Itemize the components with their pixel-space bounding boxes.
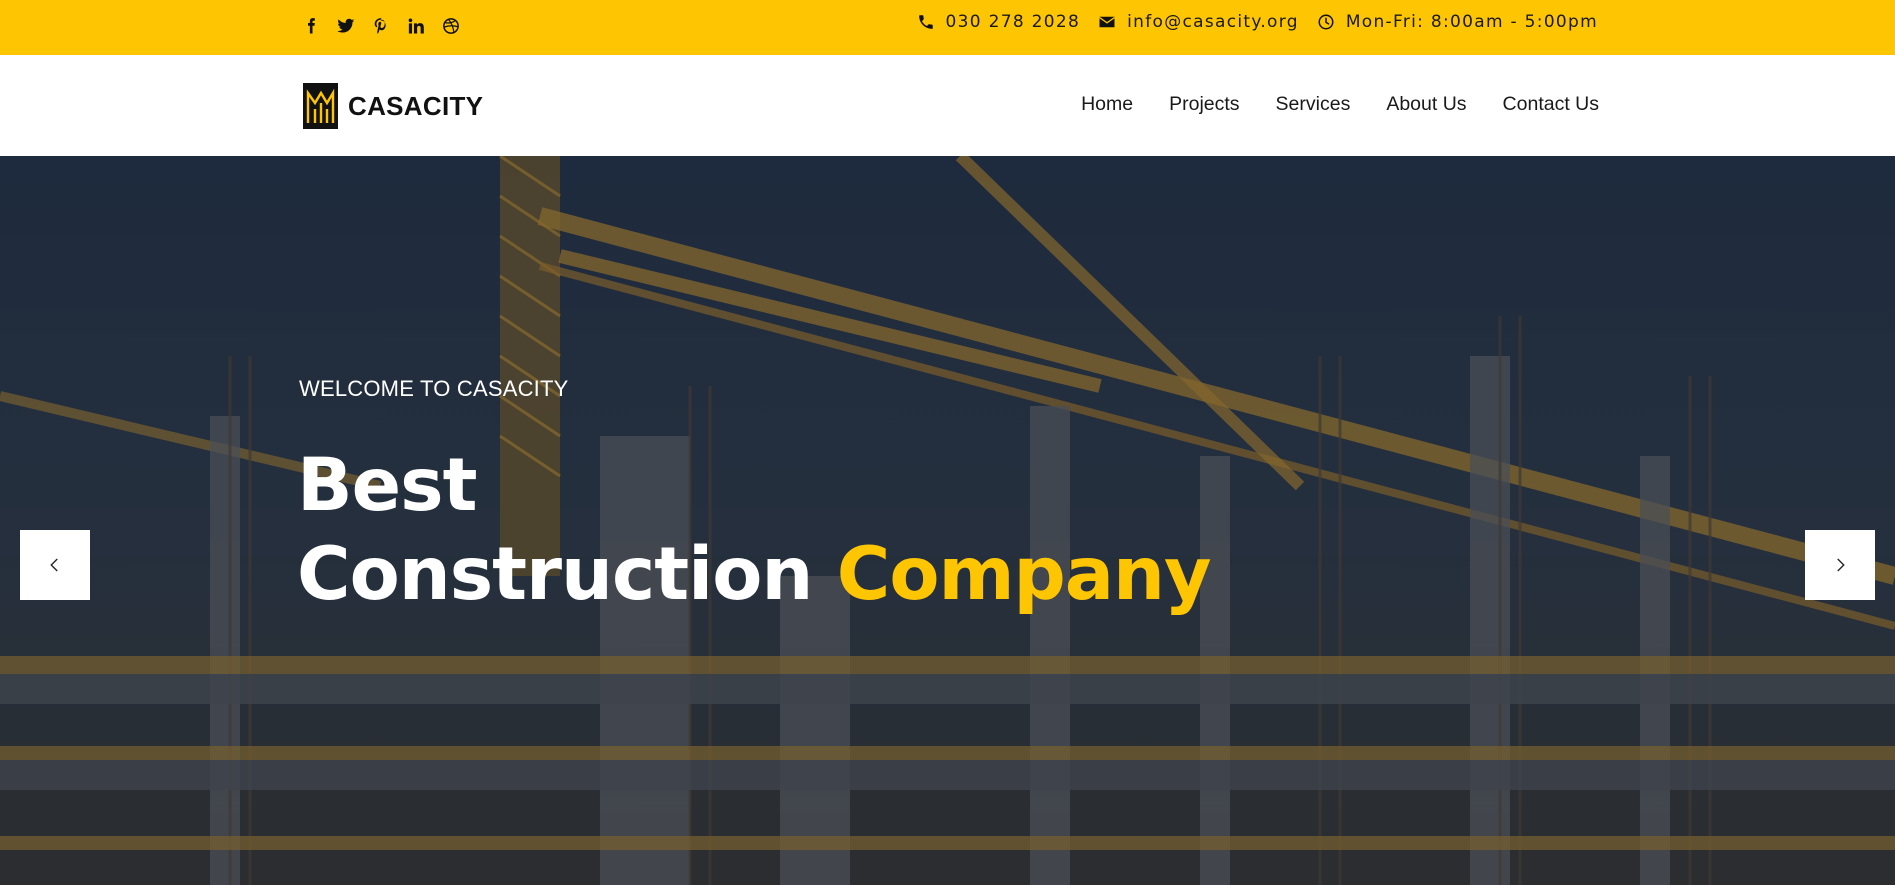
nav-projects[interactable]: Projects: [1169, 93, 1239, 116]
logo-mark-icon: [303, 83, 338, 129]
linkedin-icon[interactable]: [405, 15, 427, 37]
nav-services[interactable]: Services: [1276, 93, 1351, 116]
email-contact[interactable]: info@casacity.org: [1098, 12, 1299, 32]
business-hours: Mon-Fri: 8:00am - 5:00pm: [1345, 12, 1598, 32]
contact-info: 030 278 2028 info@casacity.org Mon-Fri: …: [917, 12, 1598, 32]
top-bar: 030 278 2028 info@casacity.org Mon-Fri: …: [0, 0, 1895, 55]
logo-text: CASACITY: [348, 90, 484, 121]
hours-info: Mon-Fri: 8:00am - 5:00pm: [1317, 12, 1598, 32]
slider-next-button[interactable]: [1805, 530, 1875, 600]
hero-slider: WELCOME TO CASACITY Best Construction Co…: [0, 156, 1895, 885]
dribbble-icon[interactable]: [440, 15, 462, 37]
nav-contact-us[interactable]: Contact Us: [1503, 93, 1599, 116]
nav-about-us[interactable]: About Us: [1386, 93, 1466, 116]
nav-home[interactable]: Home: [1081, 93, 1133, 116]
phone-contact[interactable]: 030 278 2028: [917, 12, 1081, 32]
hero-headline: Best Construction Company: [297, 441, 1212, 619]
phone-number: 030 278 2028: [945, 12, 1081, 32]
headline-line-2: Construction: [297, 532, 813, 617]
facebook-icon[interactable]: [300, 15, 322, 37]
clock-icon: [1318, 14, 1334, 30]
social-links: [300, 15, 462, 37]
envelope-icon: [1099, 16, 1116, 28]
main-nav: Home Projects Services About Us Contact …: [1081, 93, 1599, 116]
chevron-left-icon: [50, 558, 58, 572]
email-address: info@casacity.org: [1127, 12, 1299, 32]
pinterest-icon[interactable]: [370, 15, 392, 37]
chevron-right-icon: [1837, 558, 1845, 572]
slider-prev-button[interactable]: [20, 530, 90, 600]
headline-accent: Company: [836, 532, 1212, 617]
headline-line-1: Best: [297, 443, 477, 528]
site-header: CASACITY Home Projects Services About Us…: [0, 55, 1895, 156]
twitter-icon[interactable]: [335, 15, 357, 37]
phone-icon: [918, 15, 933, 29]
hero-kicker: WELCOME TO CASACITY: [299, 376, 569, 401]
logo[interactable]: CASACITY: [303, 83, 483, 129]
